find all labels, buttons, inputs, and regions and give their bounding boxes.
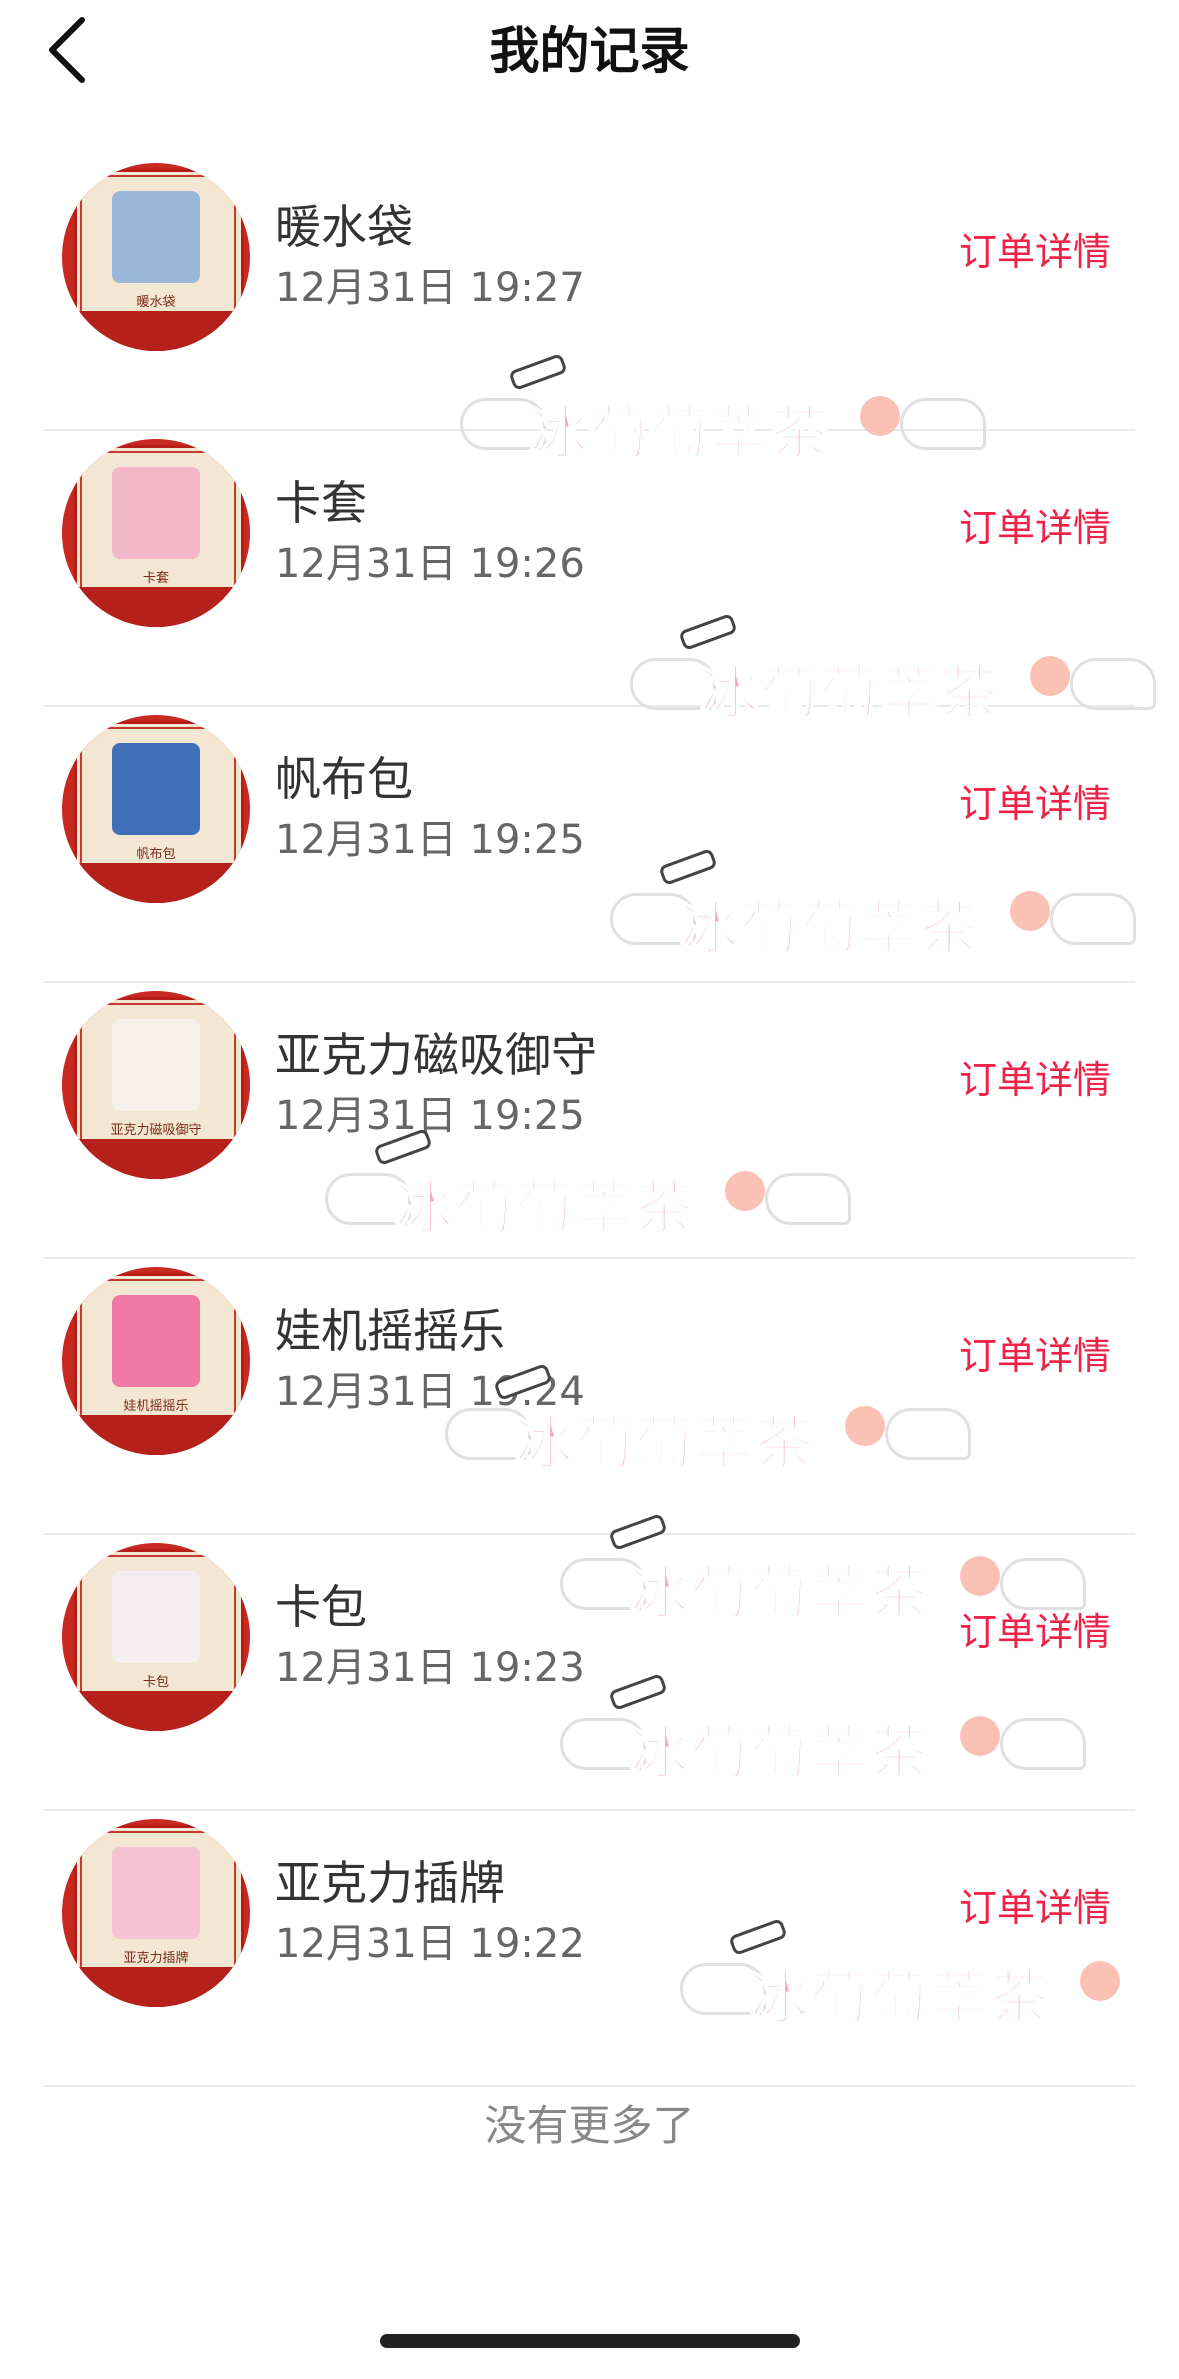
- record-list: 暖水袋 暖水袋 12月31日 19:27 订单详情 卡套 卡套 12月31日 1…: [0, 155, 1179, 2087]
- record-time: 12月31日 19:23: [275, 1645, 585, 1691]
- record-name: 亚克力插牌: [275, 1856, 505, 1910]
- record-name: 娃机摇摇乐: [275, 1304, 505, 1358]
- order-detail-link[interactable]: 订单详情: [959, 777, 1111, 831]
- record-name: 卡套: [275, 476, 367, 530]
- record-name: 帆布包: [275, 752, 413, 806]
- record-name: 暖水袋: [275, 200, 413, 254]
- record-time: 12月31日 19:25: [275, 1093, 585, 1139]
- record-time: 12月31日 19:24: [275, 1369, 585, 1415]
- page-title: 我的记录: [489, 22, 690, 80]
- order-detail-link[interactable]: 订单详情: [959, 225, 1111, 279]
- order-detail-link[interactable]: 订单详情: [959, 1329, 1111, 1383]
- order-detail-link[interactable]: 订单详情: [959, 1605, 1111, 1659]
- home-indicator[interactable]: [380, 2334, 800, 2348]
- divider: [44, 2085, 1135, 2087]
- order-detail-link[interactable]: 订单详情: [959, 501, 1111, 555]
- record-item: 亚克力磁吸御守 亚克力磁吸御守 12月31日 19:25 订单详情: [0, 983, 1179, 1259]
- record-name: 亚克力磁吸御守: [275, 1028, 597, 1082]
- record-item: 卡套 卡套 12月31日 19:26 订单详情: [0, 431, 1179, 707]
- product-thumbnail: 卡套: [62, 439, 250, 627]
- record-time: 12月31日 19:27: [275, 265, 585, 311]
- product-thumbnail: 娃机摇摇乐: [62, 1267, 250, 1455]
- no-more-text: 没有更多了: [484, 2101, 695, 2150]
- record-time: 12月31日 19:26: [275, 541, 585, 587]
- record-item: 帆布包 帆布包 12月31日 19:25 订单详情: [0, 707, 1179, 983]
- record-time: 12月31日 19:22: [275, 1921, 585, 1967]
- product-thumbnail: 卡包: [62, 1543, 250, 1731]
- order-detail-link[interactable]: 订单详情: [959, 1881, 1111, 1935]
- order-detail-link[interactable]: 订单详情: [959, 1053, 1111, 1107]
- record-item: 娃机摇摇乐 娃机摇摇乐 12月31日 19:24 订单详情: [0, 1259, 1179, 1535]
- product-thumbnail: 亚克力插牌: [62, 1819, 250, 2007]
- product-thumbnail: 暖水袋: [62, 163, 250, 351]
- record-name: 卡包: [275, 1580, 367, 1634]
- record-time: 12月31日 19:25: [275, 817, 585, 863]
- record-item: 暖水袋 暖水袋 12月31日 19:27 订单详情: [0, 155, 1179, 431]
- nav-bar: 我的记录: [0, 0, 1179, 110]
- product-thumbnail: 帆布包: [62, 715, 250, 903]
- record-item: 亚克力插牌 亚克力插牌 12月31日 19:22 订单详情: [0, 1811, 1179, 2087]
- product-thumbnail: 亚克力磁吸御守: [62, 991, 250, 1179]
- record-item: 卡包 卡包 12月31日 19:23 订单详情: [0, 1535, 1179, 1811]
